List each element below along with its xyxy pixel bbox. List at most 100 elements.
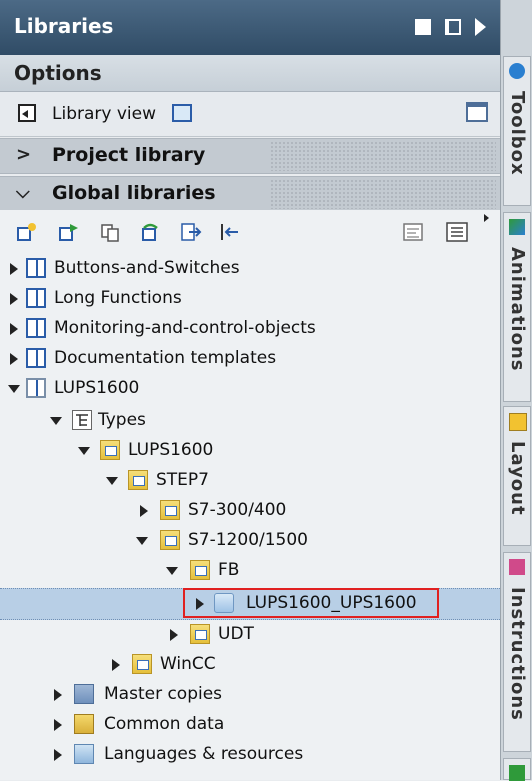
tree-item-monitoring-and-control-objects[interactable]: Monitoring-and-control-objects — [0, 314, 500, 344]
tree-item-long-functions[interactable]: Long Functions — [0, 284, 500, 314]
details-view-icon[interactable] — [446, 222, 468, 242]
tree-item-label: FB — [218, 560, 240, 580]
tree-item-languages-resources[interactable]: Languages & resources — [0, 740, 500, 770]
collapse-arrow-icon[interactable] — [136, 537, 148, 545]
master-copies-icon — [74, 684, 94, 704]
instructions-icon — [509, 559, 525, 575]
tree-item-label: Buttons-and-Switches — [54, 258, 240, 278]
animations-icon — [509, 219, 525, 235]
library-tree: Buttons-and-Switches Long Functions Moni… — [0, 254, 500, 780]
tab-label: Instructions — [507, 587, 528, 721]
tree-item-label: LUPS1600_UPS1600 — [246, 593, 417, 613]
expand-arrow-icon[interactable] — [10, 263, 18, 275]
tab-label: Animations — [507, 247, 528, 372]
export-icon[interactable] — [180, 222, 202, 242]
tree-item-label: Long Functions — [54, 288, 182, 308]
common-data-icon — [74, 714, 94, 734]
library-properties-icon[interactable] — [402, 222, 424, 242]
tree-item-lups1600-folder[interactable]: LUPS1600 — [0, 436, 500, 466]
import-icon[interactable] — [218, 222, 240, 242]
tab-toolbox[interactable]: Toolbox — [503, 56, 531, 206]
save-library-icon[interactable] — [100, 222, 122, 242]
folder-icon — [160, 500, 180, 520]
tab-more[interactable] — [503, 758, 531, 781]
project-library-section[interactable]: > Project library — [0, 138, 500, 174]
panel-title: Libraries — [14, 14, 114, 38]
options-title: Options — [14, 61, 102, 85]
chevron-down-icon[interactable]: ⌵ — [16, 182, 30, 203]
expand-arrow-icon[interactable] — [140, 505, 148, 517]
tree-item-label: LUPS1600 — [54, 378, 140, 398]
tree-item-master-copies[interactable]: Master copies — [0, 680, 500, 710]
expand-arrow-icon[interactable] — [10, 353, 18, 365]
tree-item-label: Types — [98, 410, 146, 430]
tree-item-documentation-templates[interactable]: Documentation templates — [0, 344, 500, 374]
tree-item-s7-300-400[interactable]: S7-300/400 — [0, 496, 500, 526]
tree-item-types[interactable]: Types — [0, 406, 500, 436]
folder-icon — [190, 560, 210, 580]
tasks-icon — [509, 765, 525, 781]
global-libraries-label: Global libraries — [52, 182, 216, 204]
layout-icon — [509, 413, 527, 431]
tree-item-label: S7-1200/1500 — [188, 530, 308, 550]
open-library-icon[interactable] — [58, 222, 80, 242]
collapse-arrow-icon[interactable] — [166, 567, 178, 575]
toggle-pane-icon[interactable] — [466, 102, 488, 122]
tree-item-buttons-and-switches[interactable]: Buttons-and-Switches — [0, 254, 500, 284]
library-book-icon — [26, 378, 46, 398]
new-library-icon[interactable] — [16, 222, 38, 242]
expand-arrow-icon[interactable] — [54, 749, 62, 761]
global-libraries-section[interactable]: ⌵ Global libraries — [0, 176, 500, 212]
chevron-right-icon[interactable]: > — [16, 144, 31, 165]
library-view-label[interactable]: Library view — [52, 104, 156, 124]
side-task-cards: Toolbox Animations Layout Instructions — [500, 0, 532, 781]
library-book-icon — [26, 348, 46, 368]
library-view-icon[interactable] — [18, 104, 36, 122]
folder-icon — [190, 624, 210, 644]
expand-arrow-icon[interactable] — [54, 719, 62, 731]
tab-instructions[interactable]: Instructions — [503, 552, 531, 752]
tree-item-s7-1200-1500[interactable]: S7-1200/1500 — [0, 526, 500, 556]
folder-icon — [128, 470, 148, 490]
collapse-panel-icon[interactable] — [475, 18, 486, 36]
folder-icon — [100, 440, 120, 460]
collapse-arrow-icon[interactable] — [8, 385, 20, 393]
collapse-arrow-icon[interactable] — [50, 417, 62, 425]
tab-label: Layout — [507, 441, 528, 516]
expand-arrow-icon[interactable] — [170, 629, 178, 641]
expand-arrow-icon[interactable] — [54, 689, 62, 701]
collapse-arrow-icon[interactable] — [106, 477, 118, 485]
tree-item-fb[interactable]: FB — [0, 556, 500, 586]
tab-animations[interactable]: Animations — [503, 212, 531, 402]
tree-item-label: S7-300/400 — [188, 500, 287, 520]
tree-item-label: Monitoring-and-control-objects — [54, 318, 316, 338]
tree-item-common-data[interactable]: Common data — [0, 710, 500, 740]
tree-item-step7[interactable]: STEP7 — [0, 466, 500, 496]
collapse-arrow-icon[interactable] — [78, 447, 90, 455]
tree-item-lups1600-ups1600[interactable]: LUPS1600_UPS1600 — [0, 588, 500, 620]
library-book-icon — [26, 318, 46, 338]
expand-arrow-icon[interactable] — [112, 659, 120, 671]
library-book-icon — [26, 258, 46, 278]
folder-icon — [160, 530, 180, 550]
expand-arrow-icon[interactable] — [10, 293, 18, 305]
toolbox-icon — [509, 63, 525, 79]
folder-icon — [132, 654, 152, 674]
expand-arrow-icon[interactable] — [10, 323, 18, 335]
types-icon — [72, 410, 92, 430]
tree-item-label: Common data — [104, 714, 225, 734]
update-library-icon[interactable] — [140, 222, 162, 242]
tree-item-udt[interactable]: UDT — [0, 620, 500, 650]
library-toolbar — [0, 210, 500, 254]
split-view-icon[interactable] — [445, 19, 461, 35]
tree-item-label: LUPS1600 — [128, 440, 214, 460]
options-bar[interactable]: Options — [0, 55, 500, 92]
tab-layout[interactable]: Layout — [503, 406, 531, 546]
open-library-icon[interactable] — [172, 104, 192, 122]
expand-arrow-icon[interactable] — [196, 598, 204, 610]
tree-item-wincc[interactable]: WinCC — [0, 650, 500, 680]
more-tools-icon[interactable] — [484, 214, 489, 222]
float-window-icon[interactable] — [415, 19, 431, 35]
tree-item-lups1600-library[interactable]: LUPS1600 — [0, 374, 500, 404]
tree-item-label: Languages & resources — [104, 744, 304, 764]
